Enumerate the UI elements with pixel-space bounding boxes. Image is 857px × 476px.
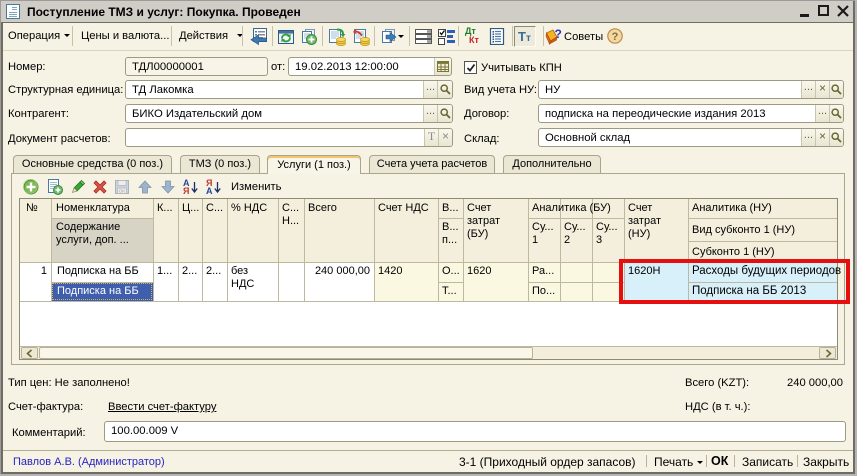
- svg-text:OK: OK: [119, 189, 126, 194]
- svg-text:?: ?: [555, 27, 562, 41]
- svg-text:?: ?: [612, 31, 619, 43]
